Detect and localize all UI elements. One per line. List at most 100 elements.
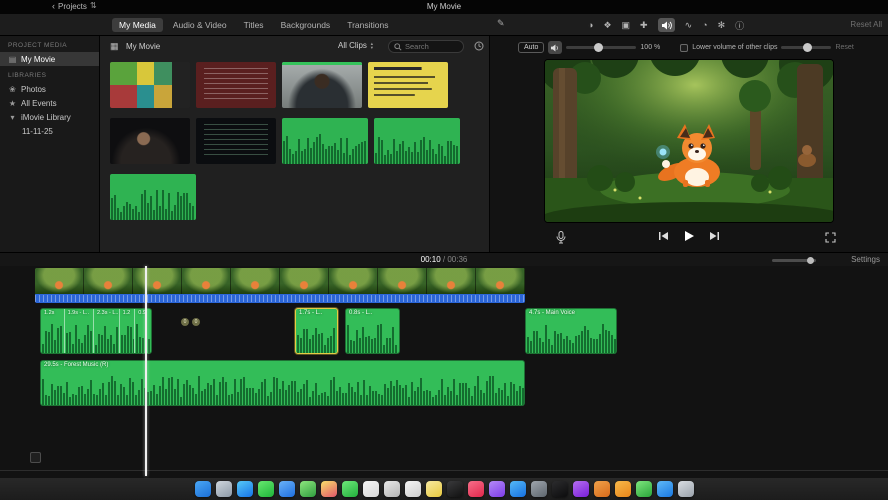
lower-volume-slider-knob[interactable]	[803, 43, 812, 52]
clock-icon[interactable]	[474, 41, 484, 51]
sidebar-item-imovie-library[interactable]: ▾ iMovie Library	[0, 110, 99, 124]
media-thumbnail-video-call[interactable]	[282, 62, 362, 108]
media-thumbnail-collage[interactable]	[110, 62, 190, 108]
speed-icon[interactable]: ◔	[702, 20, 707, 30]
timeline-zoom-slider[interactable]	[772, 259, 816, 262]
dock-app-safari[interactable]	[237, 481, 253, 497]
dock-app-tv[interactable]	[447, 481, 463, 497]
dock-app-pages[interactable]	[615, 481, 631, 497]
clip-filter-icon[interactable]: ✻	[718, 20, 726, 31]
noise-reduction-icon[interactable]: ∿	[685, 20, 693, 31]
auto-volume-button[interactable]: Auto	[518, 42, 544, 53]
lower-volume-checkbox[interactable]	[680, 44, 688, 52]
audio-clip-segment[interactable]: 1.2s	[41, 309, 65, 353]
dock-app-messages[interactable]	[258, 481, 274, 497]
tab-backgrounds[interactable]: Backgrounds	[274, 18, 338, 32]
browser-header: ▦ My Movie All Clips ▲▼	[100, 36, 489, 58]
audio-clip-selected[interactable]: 1.7s - L..	[295, 308, 338, 354]
lower-volume-label: Lower volume of other clips	[692, 44, 777, 51]
sidebar-item-photos[interactable]: ❀ Photos	[0, 82, 99, 96]
volume-tool-icon[interactable]	[658, 18, 675, 32]
audio-clip-main-voice[interactable]: 4.7s - Main Voice	[525, 308, 617, 354]
audio-clip-segment[interactable]: 0.9	[135, 309, 151, 353]
dock-app-maps[interactable]	[300, 481, 316, 497]
volume-slider[interactable]	[566, 46, 636, 49]
dock-app-imovie[interactable]	[573, 481, 589, 497]
tab-my-media[interactable]: My Media	[112, 18, 163, 32]
dock-app-music[interactable]	[468, 481, 484, 497]
search-input[interactable]	[405, 42, 458, 51]
audio-clip-forest-music[interactable]: 29.5s - Forest Music (R)	[40, 360, 525, 406]
volume-slider-knob[interactable]	[594, 43, 603, 52]
media-thumbnail-terminal[interactable]	[196, 118, 276, 164]
timeline-filmstrip[interactable]	[35, 268, 525, 294]
audio-clip[interactable]: 0.8s - L..	[345, 308, 400, 354]
reset-all-button[interactable]: Reset All	[850, 20, 882, 29]
media-thumbnail-audio-3[interactable]	[110, 174, 196, 220]
dock-app-keynote[interactable]	[657, 481, 673, 497]
play-icon[interactable]	[683, 230, 695, 242]
dock-app-calendar[interactable]	[363, 481, 379, 497]
tab-titles[interactable]: Titles	[237, 18, 271, 32]
dock-app-reminders[interactable]	[405, 481, 421, 497]
crop-icon[interactable]: ▣	[622, 20, 631, 31]
timeline-settings-button[interactable]: Settings	[851, 255, 880, 264]
dock-app-mail[interactable]	[279, 481, 295, 497]
dock-app-notes[interactable]	[426, 481, 442, 497]
fullscreen-icon[interactable]	[825, 232, 836, 243]
dock-app-photos[interactable]	[321, 481, 337, 497]
sidebar: PROJECT MEDIA ▤ My Movie LIBRARIES ❀ Pho…	[0, 36, 100, 252]
color-balance-icon[interactable]: ◑	[588, 20, 593, 30]
audio-clip-segment[interactable]: 1.9s - L..	[65, 309, 94, 353]
pencil-tool-icon[interactable]: ✎	[497, 18, 505, 29]
previous-frame-icon[interactable]	[658, 231, 669, 241]
dock-app-garageband[interactable]	[594, 481, 610, 497]
fox-forest-scene	[545, 60, 833, 222]
playhead[interactable]	[145, 266, 147, 476]
titlebar: ‹ Projects ⇅ My Movie	[0, 0, 888, 14]
waveform	[526, 322, 616, 353]
media-thumbnail-slide[interactable]	[368, 62, 448, 108]
timeline-zoom-knob[interactable]	[807, 257, 814, 264]
dock-app-numbers[interactable]	[636, 481, 652, 497]
color-correction-icon[interactable]: ❖	[603, 20, 611, 31]
filmstrip-audio-track[interactable]	[35, 294, 525, 303]
audio-clip-segment[interactable]: 1.2	[120, 309, 136, 353]
grid-view-icon[interactable]: ▦	[110, 41, 119, 52]
dock-app-launchpad[interactable]	[216, 481, 232, 497]
dock-app-settings[interactable]	[531, 481, 547, 497]
media-thumbnail-audio-1[interactable]	[282, 118, 368, 164]
audio-clip-segment[interactable]: 2.3s - L..	[94, 309, 120, 353]
dock-app-trash[interactable]	[678, 481, 694, 497]
next-frame-icon[interactable]	[709, 231, 720, 241]
media-thumbnail-audio-2[interactable]	[374, 118, 460, 164]
volume-reset-button[interactable]: Reset	[835, 44, 853, 51]
lower-volume-slider[interactable]	[781, 46, 831, 49]
media-thumbnail-document[interactable]	[196, 62, 276, 108]
dock-app-finder[interactable]	[195, 481, 211, 497]
tab-transitions[interactable]: Transitions	[340, 18, 395, 32]
dock-app-contacts[interactable]	[384, 481, 400, 497]
search-field[interactable]	[388, 40, 464, 53]
mute-speaker-icon[interactable]	[548, 41, 562, 54]
sidebar-item-my-movie[interactable]: ▤ My Movie	[0, 52, 99, 66]
disclosure-icon[interactable]: ▾	[8, 113, 17, 122]
timeline-scrollbar[interactable]	[0, 470, 888, 471]
chevron-up-down-icon: ▲▼	[370, 42, 374, 50]
audio-clip-group[interactable]: 1.2s 1.9s - L.. 2.3s - L.. 1.2 0.9	[40, 308, 152, 354]
dock-app-app-store[interactable]	[510, 481, 526, 497]
sidebar-item-all-events[interactable]: ★ All Events	[0, 96, 99, 110]
timeline-corner-icon[interactable]	[30, 452, 41, 463]
dock-app-facetime[interactable]	[342, 481, 358, 497]
clips-filter-dropdown[interactable]: All Clips ▲▼	[338, 41, 374, 50]
sidebar-item-event-11-11-25[interactable]: 11-11-25	[0, 124, 99, 138]
media-thumbnail-dark-room[interactable]	[110, 118, 190, 164]
tab-audio-video[interactable]: Audio & Video	[166, 18, 234, 32]
volume-percent: 100 %	[640, 44, 660, 51]
stabilization-icon[interactable]: ✚	[640, 20, 648, 31]
info-icon[interactable]: ⓘ	[735, 19, 744, 32]
volume-controls-row: Auto 100 % Lower volume of other clips R…	[518, 40, 882, 55]
dock-app-terminal[interactable]	[552, 481, 568, 497]
dock-app-podcasts[interactable]	[489, 481, 505, 497]
dock	[0, 478, 888, 500]
